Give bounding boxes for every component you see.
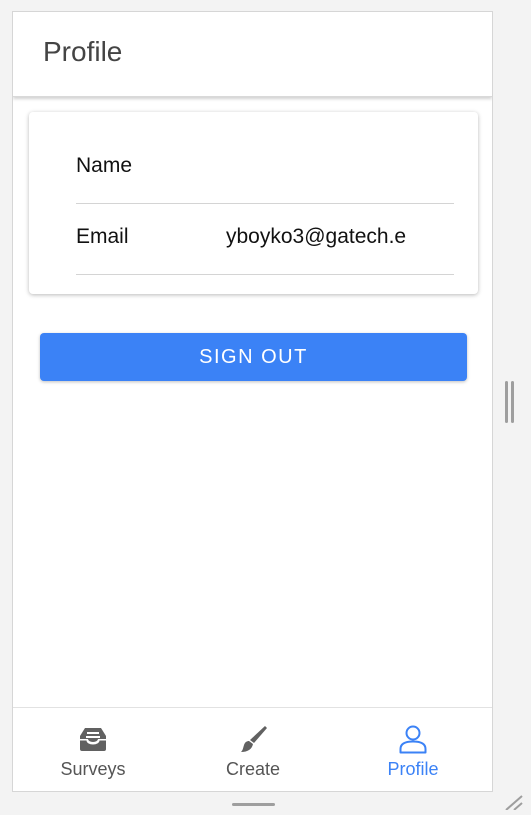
name-label: Name: [76, 154, 133, 177]
resize-handle-right[interactable]: [505, 381, 515, 423]
name-row: Name: [76, 133, 454, 204]
email-label: Email: [76, 225, 129, 248]
app-header: Profile: [13, 12, 492, 97]
phone-frame: Profile Name Email yboyko3@gatech.e SIGN…: [12, 11, 493, 792]
nav-item-create[interactable]: Create: [173, 708, 333, 791]
resize-corner-icon[interactable]: [500, 794, 524, 811]
nav-label-create: Create: [225, 759, 281, 779]
profile-card: Name Email yboyko3@gatech.e: [29, 112, 478, 294]
nav-item-profile[interactable]: Profile: [333, 708, 492, 791]
nav-item-surveys[interactable]: Surveys: [13, 708, 173, 791]
nav-label-surveys: Surveys: [60, 759, 126, 779]
sign-out-button[interactable]: SIGN OUT: [40, 333, 467, 381]
inbox-tray-icon: [78, 724, 108, 754]
paintbrush-icon: [238, 724, 268, 754]
page-title: Profile: [43, 36, 123, 67]
email-value: yboyko3@gatech.e: [226, 225, 407, 248]
person-icon: [398, 724, 428, 754]
email-row: Email yboyko3@gatech.e: [76, 204, 454, 275]
bottom-nav: Surveys Create Profile: [13, 707, 492, 791]
nav-label-profile: Profile: [387, 759, 439, 779]
resize-handle-bottom[interactable]: [232, 803, 275, 806]
